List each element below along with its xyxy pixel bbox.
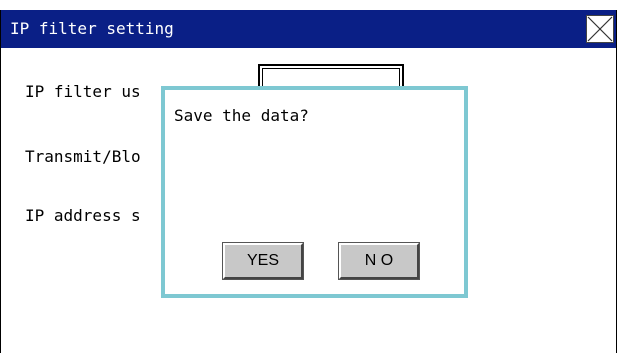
close-button[interactable] [586,15,614,43]
dialog-message: Save the data? [174,106,309,125]
hmi-screen: IP filter setting IP filter us Transmit/… [0,10,617,353]
window-title: IP filter setting [10,19,174,38]
title-bar: IP filter setting [1,10,616,48]
ip-filter-use-label: IP filter us [25,82,141,101]
close-x-icon [587,16,613,42]
transmit-block-label: Transmit/Blo [25,147,141,166]
save-confirm-dialog: Save the data? YES N O [161,86,468,298]
no-button[interactable]: N O [338,242,420,280]
yes-button[interactable]: YES [222,242,304,280]
ip-address-label: IP address s [25,206,141,225]
